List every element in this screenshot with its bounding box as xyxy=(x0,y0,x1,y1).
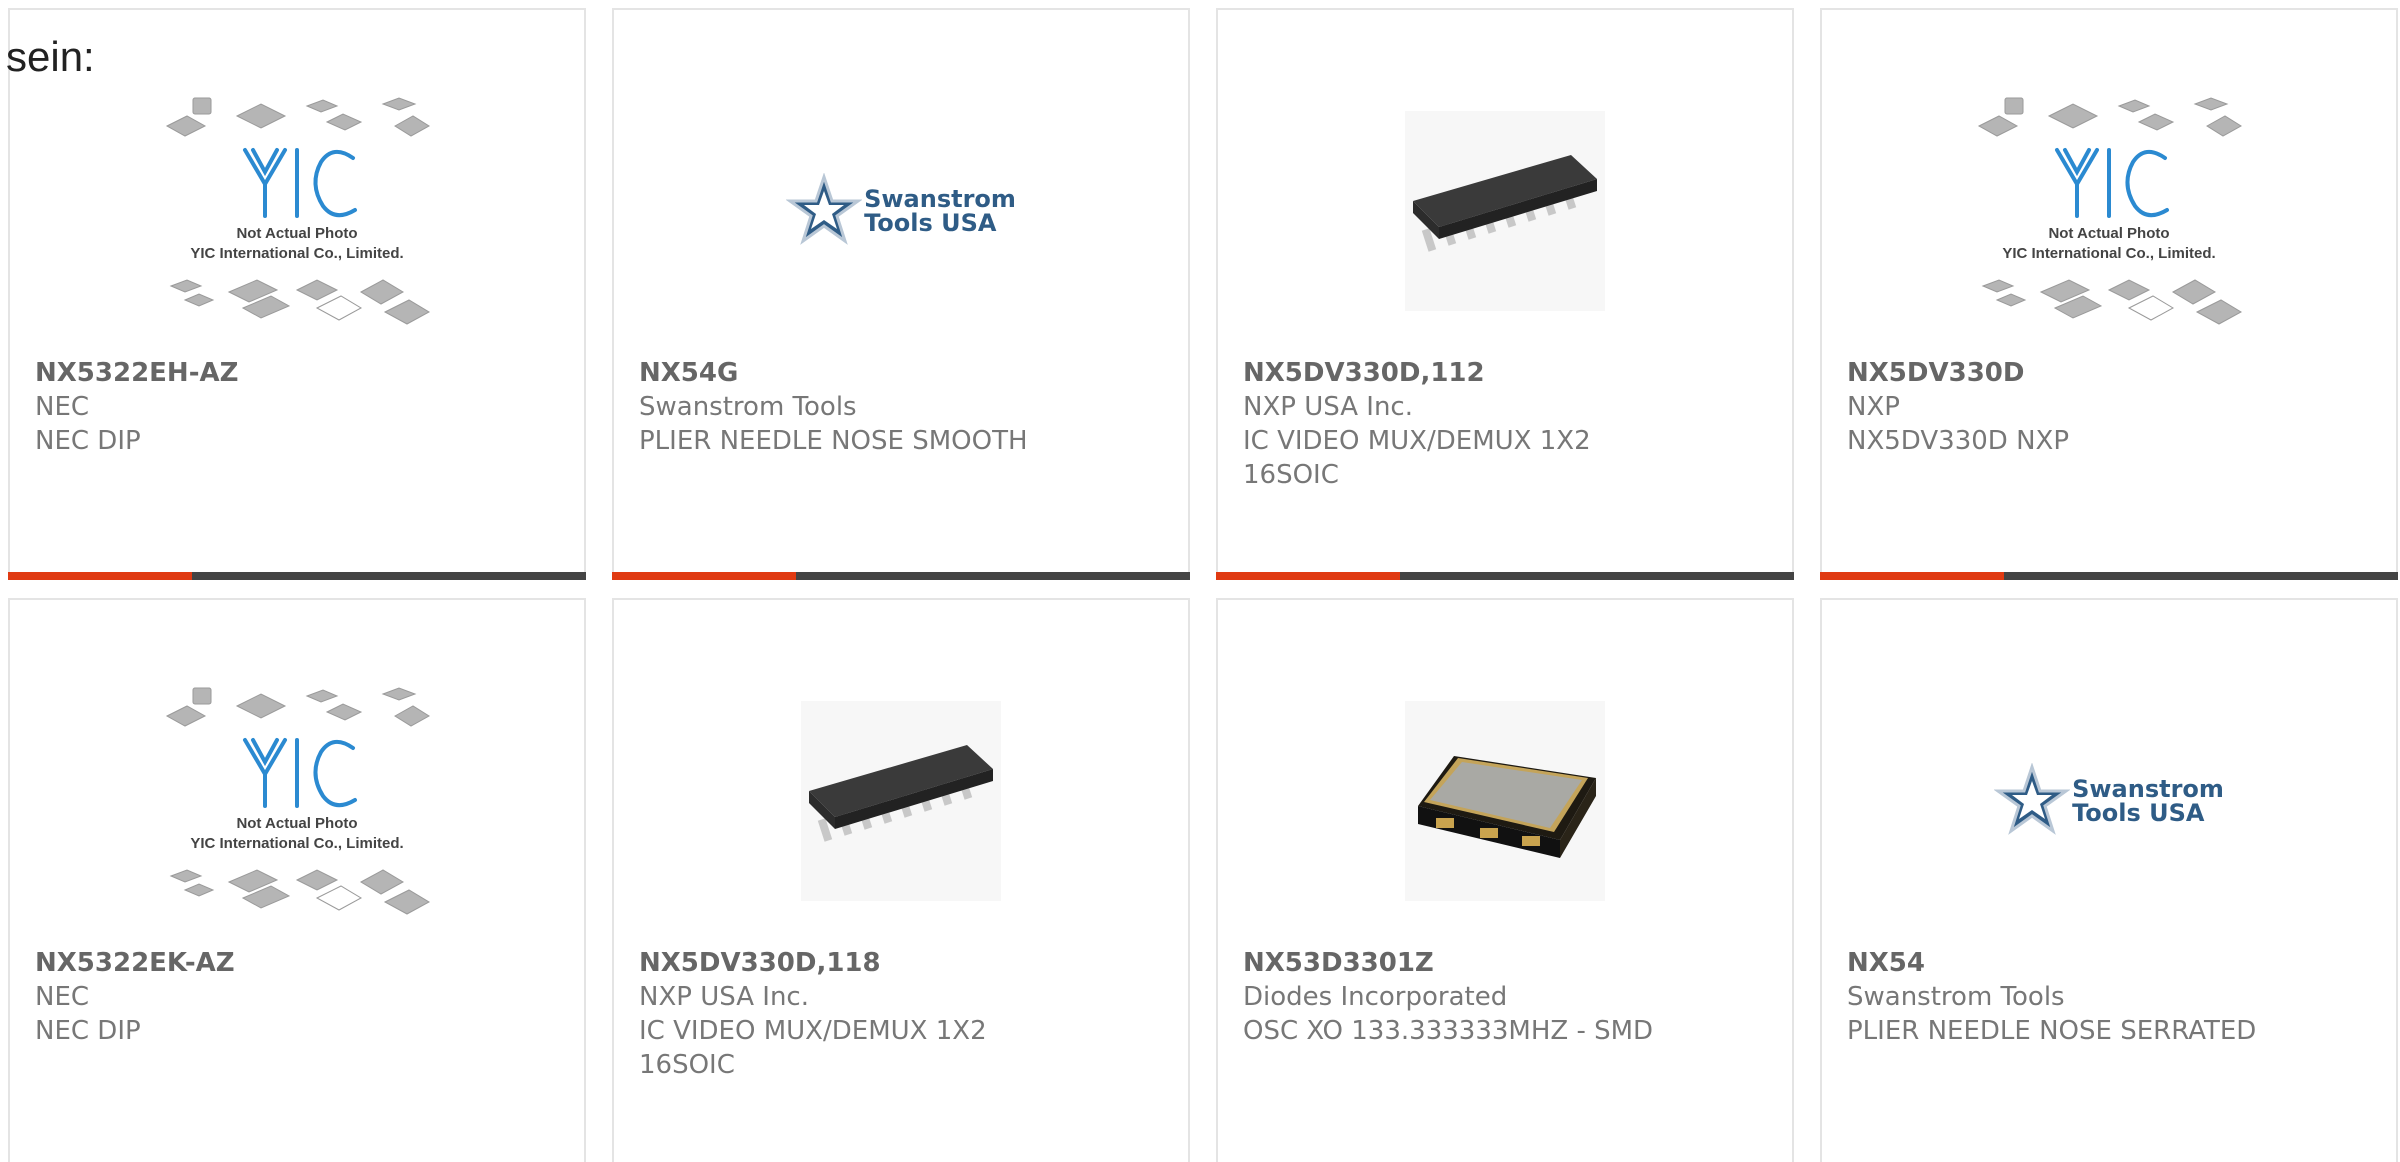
product-card[interactable]: Not Actual Photo YIC International Co., … xyxy=(8,8,586,580)
part-number-link[interactable]: NX5DV330D,112 xyxy=(1243,356,1772,390)
oscillator-image xyxy=(1418,756,1596,858)
card-bottom-bar xyxy=(612,572,1190,580)
part-number-link[interactable]: NX54G xyxy=(639,356,1168,390)
placeholder-line1: Not Actual Photo xyxy=(236,815,357,832)
part-number-link[interactable]: NX5DV330D xyxy=(1847,356,2376,390)
product-description: OSC XO 133.333333MHZ - SMD xyxy=(1243,1016,1654,1046)
card-bottom-bar xyxy=(1216,572,1794,580)
part-number-link[interactable]: NX5DV330D,118 xyxy=(639,946,1168,980)
card-accent-bar xyxy=(1820,572,2004,580)
placeholder-line2: YIC International Co., Limited. xyxy=(2002,245,2215,262)
product-thumbnail[interactable]: Swanstrom Tools USA xyxy=(1822,656,2396,946)
placeholder-line2: YIC International Co., Limited. xyxy=(190,835,403,852)
placeholder-image: Not Actual Photo YIC International Co., … xyxy=(165,687,431,915)
product-card[interactable]: Swanstrom Tools USA NX54 Swanstrom Tools P… xyxy=(1820,598,2398,1162)
product-description: IC VIDEO MUX/DEMUX 1X2 16SOIC xyxy=(1243,426,1591,490)
product-description: NX5DV330D NXP xyxy=(1847,426,2070,456)
placeholder-image: Not Actual Photo YIC International Co., … xyxy=(1977,97,2243,325)
swanstrom-line1: Swanstrom xyxy=(2072,775,2224,803)
card-bottom-bar xyxy=(8,572,586,580)
part-number-link[interactable]: NX53D3301Z xyxy=(1243,946,1772,980)
manufacturer: NXP xyxy=(1847,392,1900,422)
product-card[interactable]: NX5DV330D,118 NXP USA Inc. IC VIDEO MUX/DE… xyxy=(612,598,1190,1162)
swanstrom-logo: Swanstrom Tools USA xyxy=(786,173,1016,249)
soic-chip-image xyxy=(1413,155,1597,252)
manufacturer: NEC xyxy=(35,392,90,422)
manufacturer: NXP USA Inc. xyxy=(639,982,809,1012)
product-thumbnail[interactable] xyxy=(1218,656,1792,946)
product-info: NX5DV330D,118 NXP USA Inc. IC VIDEO MUX/DE… xyxy=(639,946,1168,1082)
product-description: PLIER NEEDLE NOSE SERRATED xyxy=(1847,1016,2257,1046)
card-accent-bar xyxy=(8,572,192,580)
product-description: PLIER NEEDLE NOSE SMOOTH xyxy=(639,426,1028,456)
product-card[interactable]: NX53D3301Z Diodes Incorporated OSC XO 133.… xyxy=(1216,598,1794,1162)
manufacturer: NXP USA Inc. xyxy=(1243,392,1413,422)
manufacturer: Swanstrom Tools xyxy=(1847,982,2065,1012)
part-number-link[interactable]: NX54 xyxy=(1847,946,2376,980)
swanstrom-line2: Tools USA xyxy=(2072,799,2205,827)
product-description: NEC DIP xyxy=(35,426,141,456)
placeholder-line1: Not Actual Photo xyxy=(2048,225,2169,242)
product-photo xyxy=(1405,701,1605,901)
manufacturer: Diodes Incorporated xyxy=(1243,982,1508,1012)
placeholder-line1: Not Actual Photo xyxy=(236,225,357,242)
product-photo xyxy=(1405,111,1605,311)
product-thumbnail[interactable] xyxy=(614,656,1188,946)
product-info: NX5322EK-AZ NEC NEC DIP xyxy=(35,946,564,1048)
product-info: NX54 Swanstrom Tools PLIER NEEDLE NOSE SER… xyxy=(1847,946,2376,1048)
product-thumbnail[interactable]: Not Actual Photo YIC International Co., … xyxy=(1822,66,2396,356)
product-info: NX54G Swanstrom Tools PLIER NEEDLE NOSE SM… xyxy=(639,356,1168,458)
product-thumbnail[interactable]: Not Actual Photo YIC International Co., … xyxy=(10,66,584,356)
star-icon xyxy=(1994,763,2071,835)
part-number-link[interactable]: NX5322EK-AZ xyxy=(35,946,564,980)
product-photo xyxy=(801,701,1001,901)
product-thumbnail[interactable]: Not Actual Photo YIC International Co., … xyxy=(10,656,584,946)
manufacturer: Swanstrom Tools xyxy=(639,392,857,422)
card-accent-bar xyxy=(1216,572,1400,580)
product-thumbnail[interactable] xyxy=(1218,66,1792,356)
swanstrom-logo: Swanstrom Tools USA xyxy=(1994,763,2224,839)
card-accent-bar xyxy=(612,572,796,580)
product-info: NX5322EH-AZ NEC NEC DIP xyxy=(35,356,564,458)
swanstrom-line1: Swanstrom xyxy=(864,185,1016,213)
product-info: NX53D3301Z Diodes Incorporated OSC XO 133.… xyxy=(1243,946,1772,1048)
product-info: NX5DV330D,112 NXP USA Inc. IC VIDEO MUX/DE… xyxy=(1243,356,1772,492)
swanstrom-line2: Tools USA xyxy=(864,209,997,237)
product-thumbnail[interactable]: Swanstrom Tools USA xyxy=(614,66,1188,356)
product-card[interactable]: Not Actual Photo YIC International Co., … xyxy=(1820,8,2398,580)
placeholder-image: Not Actual Photo YIC International Co., … xyxy=(165,97,431,325)
product-card[interactable]: Swanstrom Tools USA NX54G Swanstrom Tools… xyxy=(612,8,1190,580)
placeholder-line2: YIC International Co., Limited. xyxy=(190,245,403,262)
product-description: IC VIDEO MUX/DEMUX 1X2 16SOIC xyxy=(639,1016,987,1080)
manufacturer: NEC xyxy=(35,982,90,1012)
product-description: NEC DIP xyxy=(35,1016,141,1046)
product-card[interactable]: Not Actual Photo YIC International Co., … xyxy=(8,598,586,1162)
card-bottom-bar xyxy=(1820,572,2398,580)
soic-chip-image xyxy=(809,745,993,842)
intro-text: sein: xyxy=(6,33,95,80)
star-icon xyxy=(786,173,863,245)
part-number-link[interactable]: NX5322EH-AZ xyxy=(35,356,564,390)
product-info: NX5DV330D NXP NX5DV330D NXP xyxy=(1847,356,2376,458)
product-card[interactable]: NX5DV330D,112 NXP USA Inc. IC VIDEO MUX/DE… xyxy=(1216,8,1794,580)
